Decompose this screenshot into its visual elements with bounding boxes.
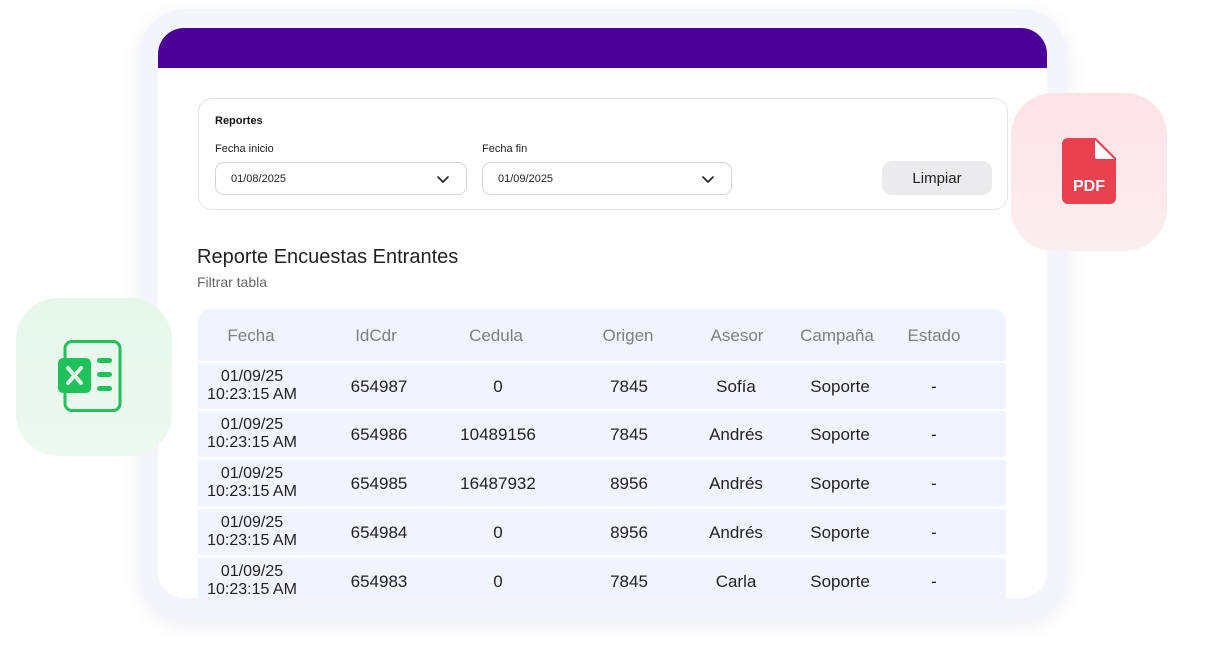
filter-card: Reportes Fecha inicio 01/08/2025 Fecha f… (198, 98, 1008, 210)
table-row[interactable]: 01/09/25 10:23:15 AM 654986 10489156 7845… (198, 411, 1006, 457)
header-fecha[interactable]: Fecha (227, 326, 274, 346)
cell-fecha: 01/09/25 10:23:15 AM (207, 514, 297, 549)
header-campana[interactable]: Campaña (800, 326, 874, 346)
cell-origen: 8956 (610, 474, 648, 493)
header-idcdr[interactable]: IdCdr (355, 326, 397, 346)
table-row[interactable]: 01/09/25 10:23:15 AM 654984 0 8956 Andrés… (198, 509, 1006, 555)
excel-file-icon (58, 340, 122, 412)
cell-cedula: 0 (493, 377, 503, 396)
cell-asesor: Andrés (709, 425, 763, 444)
cell-asesor: Andrés (709, 474, 763, 493)
end-date-select[interactable]: 01/09/2025 (482, 162, 732, 195)
cell-idcdr: 654985 (350, 474, 408, 493)
cell-estado: - (931, 523, 937, 542)
filter-card-title: Reportes (215, 115, 263, 127)
cell-estado: - (931, 572, 937, 591)
cell-estado: - (931, 425, 937, 444)
cell-estado: - (931, 474, 937, 493)
cell-campana: Soporte (810, 474, 870, 493)
cell-campana: Soporte (810, 572, 870, 591)
cell-estado: - (931, 377, 937, 396)
start-date-select[interactable]: 01/08/2025 (215, 162, 467, 195)
cell-fecha: 01/09/25 10:23:15 AM (207, 563, 297, 598)
cell-campana: Soporte (810, 377, 870, 396)
start-date-label: Fecha inicio (215, 143, 274, 155)
cell-asesor: Carla (715, 572, 757, 591)
table-row[interactable]: 01/09/25 10:23:15 AM 654983 0 7845 Carla … (198, 558, 1006, 598)
top-bar (158, 28, 1047, 68)
cell-idcdr: 654986 (350, 425, 408, 444)
report-title: Reporte Encuestas Entrantes (197, 246, 459, 268)
report-table: Fecha IdCdr Cedula Origen Asesor Campaña… (198, 309, 1006, 598)
cell-asesor: Sofía (716, 377, 756, 396)
cell-asesor: Andrés (709, 523, 763, 542)
end-date-label: Fecha fin (482, 143, 528, 155)
pdf-export-button[interactable]: PDF (1011, 93, 1167, 251)
cell-campana: Soporte (810, 425, 870, 444)
pdf-file-icon: PDF (1062, 138, 1116, 204)
header-asesor[interactable]: Asesor (711, 326, 764, 346)
cell-fecha: 01/09/25 10:23:15 AM (207, 416, 297, 451)
table-row[interactable]: 01/09/25 10:23:15 AM 654987 0 7845 Sofía … (198, 363, 1006, 409)
cell-fecha: 01/09/25 10:23:15 AM (207, 465, 297, 500)
table-header: Fecha IdCdr Cedula Origen Asesor Campaña… (198, 309, 1006, 361)
chevron-down-icon (702, 176, 714, 183)
cell-origen: 8956 (610, 523, 648, 542)
cell-cedula: 0 (493, 523, 503, 542)
header-cedula[interactable]: Cedula (469, 326, 523, 346)
cell-cedula: 0 (493, 572, 503, 591)
pdf-label: PDF (1073, 178, 1105, 195)
header-estado[interactable]: Estado (908, 326, 961, 346)
start-date-value: 01/08/2025 (231, 172, 287, 185)
app-screen: Reportes Fecha inicio 01/08/2025 Fecha f… (158, 28, 1047, 598)
chevron-down-icon (437, 176, 449, 183)
table-row[interactable]: 01/09/25 10:23:15 AM 654985 16487932 8956… (198, 460, 1006, 506)
cell-idcdr: 654984 (350, 523, 408, 542)
cell-idcdr: 654987 (350, 377, 408, 396)
cell-fecha: 01/09/25 10:23:15 AM (207, 368, 297, 403)
cell-cedula: 10489156 (460, 425, 536, 444)
cell-origen: 7845 (610, 572, 648, 591)
filter-table-link[interactable]: Filtrar tabla (197, 274, 267, 290)
end-date-value: 01/09/2025 (498, 172, 554, 185)
cell-origen: 7845 (610, 377, 648, 396)
cell-campana: Soporte (810, 523, 870, 542)
header-origen[interactable]: Origen (602, 326, 653, 346)
cell-origen: 7845 (610, 425, 648, 444)
cell-idcdr: 654983 (350, 572, 408, 591)
excel-export-button[interactable] (16, 298, 172, 456)
cell-cedula: 16487932 (460, 474, 536, 493)
clear-button[interactable]: Limpiar (882, 161, 992, 195)
